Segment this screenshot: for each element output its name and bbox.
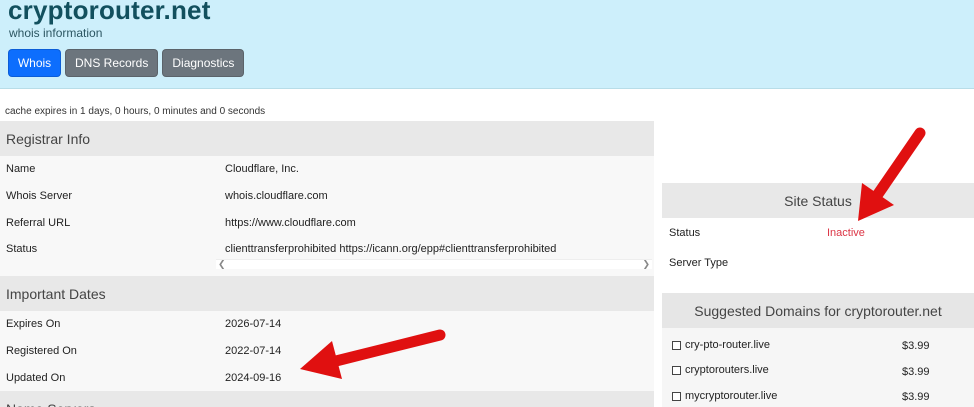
suggested-domain-item[interactable]: mycryptorouter.live	[672, 390, 777, 402]
suggested-domains-heading: Suggested Domains for cryptorouter.net	[662, 293, 974, 328]
registrar-info-heading: Registrar Info	[0, 121, 654, 156]
referral-url-label: Referral URL	[6, 217, 71, 229]
expires-on-label: Expires On	[6, 318, 61, 330]
site-title: cryptorouter.net	[8, 0, 211, 25]
suggested-domain-item[interactable]: cryptorouters.live	[672, 364, 769, 376]
tab-diagnostics[interactable]: Diagnostics	[162, 49, 245, 77]
site-subtitle: whois information	[9, 26, 103, 40]
site-header: cryptorouter.net whois information Whois…	[0, 0, 974, 89]
domain-status-value: clienttransferprohibited https://icann.o…	[225, 243, 557, 255]
domain-status-label: Status	[6, 243, 38, 255]
registered-on-value: 2022-07-14	[225, 345, 282, 357]
name-servers-heading: Name Servers	[0, 391, 654, 407]
status-label: Status	[669, 227, 701, 239]
suggested-domain-item[interactable]: cry-pto-router.live	[672, 339, 770, 351]
registered-on-label: Registered On	[6, 345, 77, 357]
suggested-domain-price: $3.99	[902, 366, 930, 378]
domain-checkbox[interactable]	[672, 365, 681, 375]
status-horizontal-scrollbar[interactable]: ❮ ❯	[216, 259, 652, 269]
important-dates-heading: Important Dates	[0, 276, 654, 311]
whois-details-panel: Registrar Info Name Cloudflare, Inc. Who…	[0, 121, 654, 407]
suggested-domain-name: mycryptorouter.live	[685, 390, 778, 402]
registrar-name-value: Cloudflare, Inc.	[225, 163, 299, 175]
domain-checkbox[interactable]	[672, 340, 681, 350]
referral-url-value: https://www.cloudflare.com	[225, 217, 356, 229]
server-type-label: Server Type	[669, 257, 729, 269]
status-value: Inactive	[827, 227, 865, 239]
updated-on-value: 2024-09-16	[225, 372, 282, 384]
tab-bar: Whois DNS Records Diagnostics	[8, 49, 245, 77]
domain-checkbox[interactable]	[672, 391, 681, 401]
whois-server-label: Whois Server	[6, 190, 73, 202]
updated-on-label: Updated On	[6, 372, 66, 384]
tab-whois[interactable]: Whois	[8, 49, 61, 77]
expires-on-value: 2026-07-14	[225, 318, 282, 330]
suggested-domain-name: cry-pto-router.live	[685, 339, 770, 351]
scroll-right-icon[interactable]: ❯	[642, 259, 650, 270]
suggested-domain-price: $3.99	[902, 340, 930, 352]
registrar-name-label: Name	[6, 163, 36, 175]
scroll-left-icon[interactable]: ❮	[218, 259, 226, 270]
cache-expiry-text: cache expires in 1 days, 0 hours, 0 minu…	[5, 106, 266, 117]
suggested-domains-panel: Suggested Domains for cryptorouter.net c…	[662, 293, 974, 407]
site-status-panel: Site Status Status Inactive Server Type	[662, 183, 974, 277]
suggested-domain-name: cryptorouters.live	[685, 364, 769, 376]
site-status-heading: Site Status	[662, 183, 974, 218]
tab-dns-records[interactable]: DNS Records	[65, 49, 159, 77]
whois-server-value: whois.cloudflare.com	[225, 190, 328, 202]
suggested-domain-price: $3.99	[902, 391, 930, 403]
